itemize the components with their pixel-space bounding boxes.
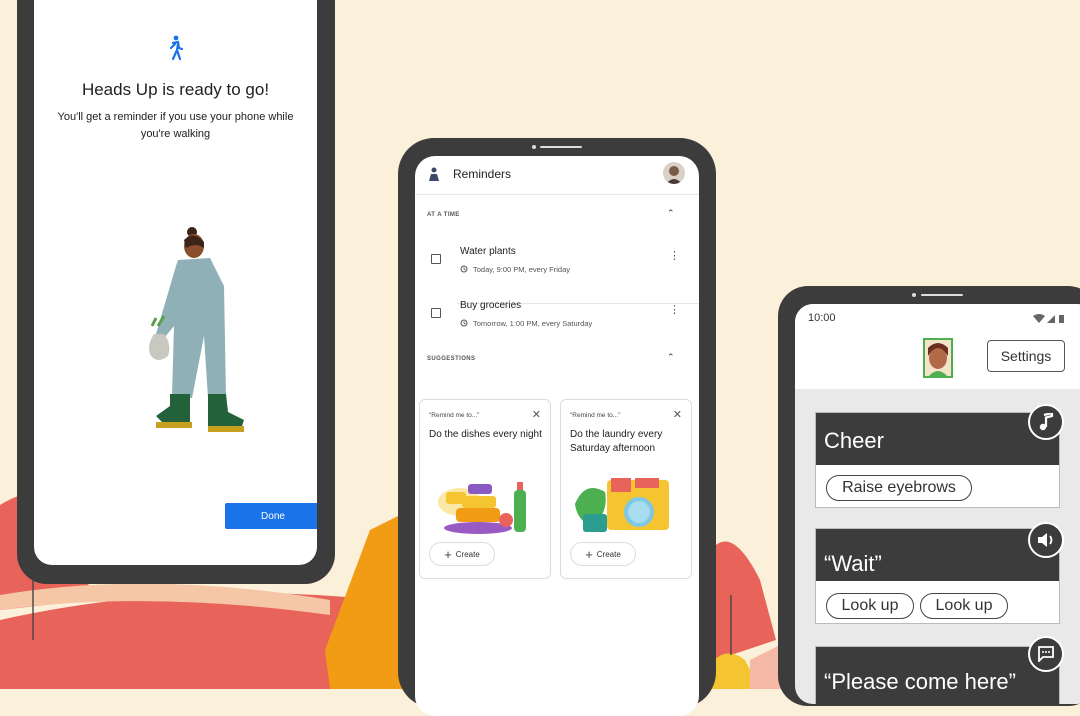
phone-heads-up: Heads Up is ready to go! You'll get a re… bbox=[17, 0, 335, 584]
reminder-title: Buy groceries bbox=[460, 300, 522, 311]
more-options-icon[interactable]: ⋮ bbox=[669, 305, 680, 316]
clock-icon bbox=[460, 265, 468, 273]
page-title: Heads Up is ready to go! bbox=[81, 80, 270, 99]
suggestion-prompt: "Remind me to..." bbox=[570, 412, 621, 419]
phone-project-activate: 10:00 Settings Cheer Raise eyebrows “Wai… bbox=[778, 286, 1080, 706]
gesture-chip[interactable]: Look up bbox=[920, 593, 1008, 619]
reminder-item[interactable]: Water plants Today, 9:00 PM, every Frida… bbox=[415, 240, 699, 288]
reminders-app-icon bbox=[429, 167, 439, 181]
earpiece-speaker bbox=[921, 294, 963, 296]
walking-woman-illustration bbox=[149, 227, 244, 432]
profile-photo-icon bbox=[666, 166, 682, 184]
plus-icon: + bbox=[444, 546, 452, 562]
gesture-header: “Please come here” bbox=[816, 647, 1059, 704]
section-header-suggestions: SUGGESTIONS bbox=[427, 356, 476, 362]
camera-face-preview-icon bbox=[923, 338, 953, 378]
gesture-phrase: “Please come here” bbox=[824, 669, 1016, 694]
collapse-chevron-up-icon[interactable]: ⌃ bbox=[667, 208, 675, 219]
gesture-card[interactable]: Cheer Raise eyebrows bbox=[815, 412, 1060, 508]
section-header-at-a-time: AT A TIME bbox=[427, 212, 460, 218]
create-label: Create bbox=[455, 549, 480, 559]
reminder-schedule: Tomorrow, 1:00 PM, every Saturday bbox=[473, 319, 593, 328]
suggestion-card[interactable]: "Remind me to..." ✕ Do the dishes every … bbox=[419, 399, 551, 579]
phone-screen: Reminders AT A TIME ⌃ Water plants Today… bbox=[415, 156, 699, 716]
collapse-chevron-up-icon[interactable]: ⌃ bbox=[667, 352, 675, 363]
more-options-icon[interactable]: ⋮ bbox=[669, 251, 680, 262]
suggestion-card[interactable]: "Remind me to..." ✕ Do the laundry every… bbox=[560, 399, 692, 579]
done-button[interactable]: Done bbox=[225, 503, 317, 529]
status-bar-time: 10:00 bbox=[808, 312, 836, 324]
suggestion-text: Do the laundry every Saturday afternoon bbox=[570, 429, 663, 454]
account-avatar[interactable] bbox=[663, 162, 685, 184]
earpiece-speaker bbox=[540, 146, 582, 148]
walking-person-icon bbox=[169, 35, 184, 61]
dismiss-close-icon[interactable]: ✕ bbox=[532, 408, 541, 421]
gesture-header: “Wait” bbox=[816, 529, 1059, 581]
page-subtitle: You'll get a reminder if you use your ph… bbox=[57, 111, 294, 140]
gesture-phrase: Cheer bbox=[824, 428, 884, 453]
suggestion-prompt: "Remind me to..." bbox=[429, 412, 480, 419]
status-icons bbox=[1033, 314, 1064, 323]
reminder-checkbox[interactable] bbox=[431, 254, 441, 264]
dishes-illustration bbox=[438, 482, 526, 534]
clock-icon bbox=[460, 319, 468, 327]
front-camera bbox=[532, 145, 536, 149]
create-button[interactable]: + Create bbox=[570, 542, 636, 566]
phone-screen: 10:00 Settings Cheer Raise eyebrows “Wai… bbox=[795, 304, 1080, 704]
gesture-card[interactable]: “Wait” Look up Look up bbox=[815, 528, 1060, 624]
app-header: Reminders bbox=[415, 156, 699, 195]
app-top-bar: 10:00 Settings bbox=[795, 304, 1080, 389]
create-label: Create bbox=[596, 549, 621, 559]
laundry-illustration bbox=[575, 478, 669, 532]
create-button[interactable]: + Create bbox=[429, 542, 495, 566]
settings-button[interactable]: Settings bbox=[987, 340, 1065, 372]
gesture-phrase: “Wait” bbox=[824, 551, 882, 576]
dismiss-close-icon[interactable]: ✕ bbox=[673, 408, 682, 421]
phone-screen: Heads Up is ready to go! You'll get a re… bbox=[34, 0, 317, 565]
reminder-item[interactable]: Buy groceries Tomorrow, 1:00 PM, every S… bbox=[415, 294, 699, 342]
reminder-checkbox[interactable] bbox=[431, 308, 441, 318]
gesture-header: Cheer bbox=[816, 413, 1059, 465]
front-camera bbox=[912, 293, 916, 297]
suggestion-text: Do the dishes every night bbox=[429, 429, 542, 440]
gesture-chip[interactable]: Look up bbox=[826, 593, 914, 619]
gesture-chip[interactable]: Raise eyebrows bbox=[826, 475, 972, 501]
music-note-icon[interactable] bbox=[1028, 404, 1064, 440]
chat-icon[interactable] bbox=[1028, 636, 1064, 672]
reminder-schedule: Today, 9:00 PM, every Friday bbox=[473, 265, 570, 274]
plus-icon: + bbox=[585, 546, 593, 562]
phone-reminders: Reminders AT A TIME ⌃ Water plants Today… bbox=[398, 138, 716, 716]
reminder-title: Water plants bbox=[460, 246, 516, 257]
speaker-icon[interactable] bbox=[1028, 522, 1064, 558]
gesture-card[interactable]: “Please come here” bbox=[815, 646, 1060, 704]
app-title: Reminders bbox=[453, 167, 512, 181]
